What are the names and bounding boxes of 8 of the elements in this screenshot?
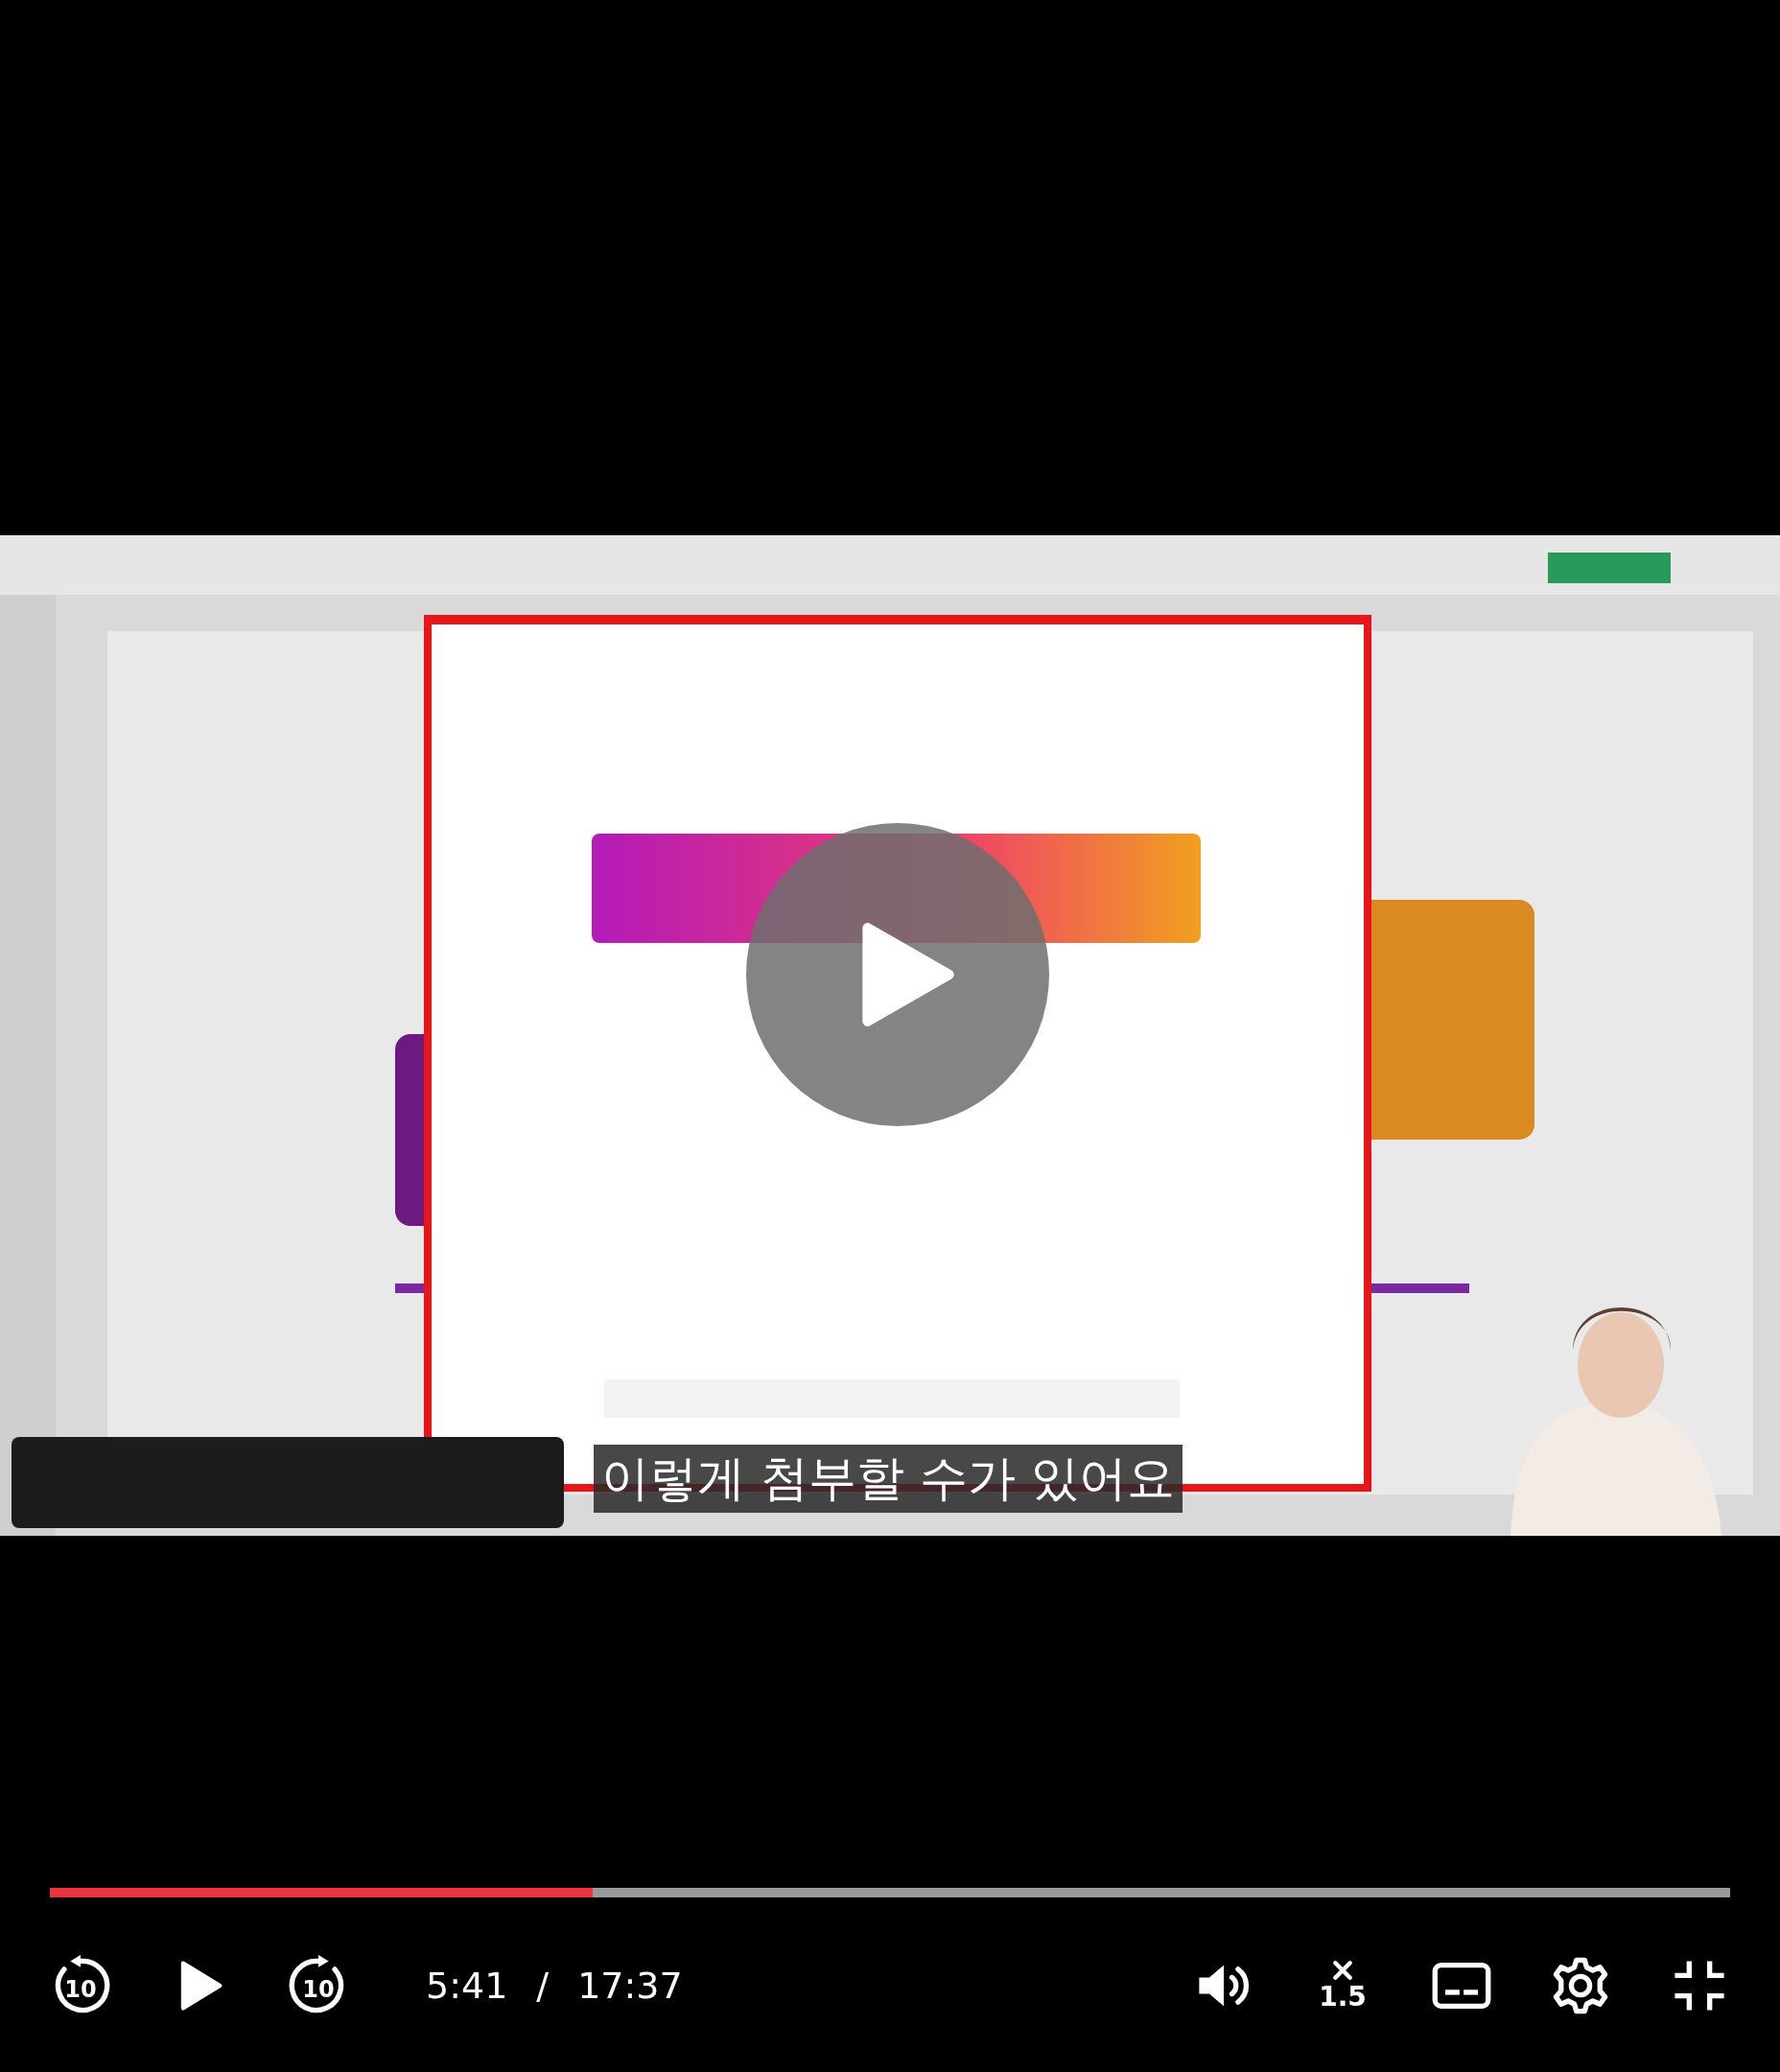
forward-button[interactable]: 10 bbox=[288, 1955, 349, 2016]
current-time: 5:41 bbox=[426, 1965, 508, 2007]
speed-button[interactable]: 1.5 bbox=[1312, 1959, 1373, 2013]
rewind-button[interactable]: 10 bbox=[50, 1955, 111, 2016]
duration: 17:37 bbox=[577, 1965, 683, 2007]
time-separator: / bbox=[536, 1965, 550, 2007]
subtitle: 이렇게 첨부할 수가 있어요 bbox=[594, 1445, 1183, 1513]
close-icon bbox=[1332, 1959, 1353, 1981]
